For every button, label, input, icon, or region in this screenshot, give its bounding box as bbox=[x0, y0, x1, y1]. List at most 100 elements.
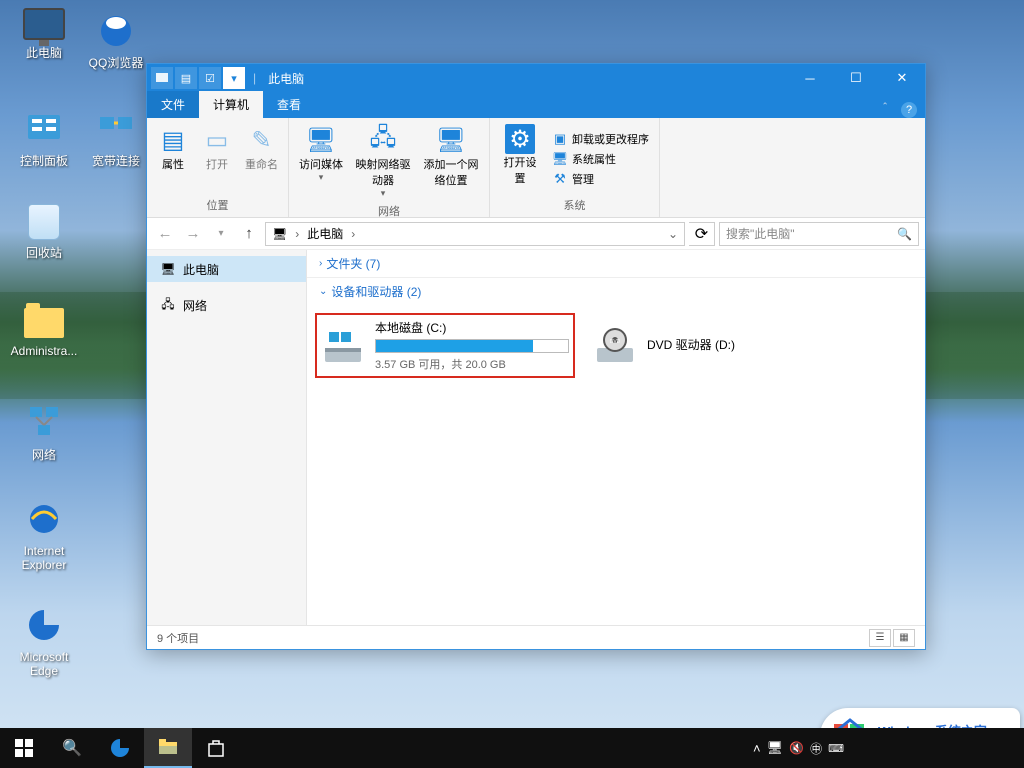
titlebar[interactable]: ▤ ☑ ▾ | 此电脑 ─ ☐ ✕ bbox=[147, 64, 925, 92]
icon-label: 控制面板 bbox=[8, 152, 80, 169]
tray-ime-icon[interactable]: ㊥ bbox=[810, 740, 822, 757]
start-button[interactable] bbox=[0, 728, 48, 768]
explorer-window: ▤ ☑ ▾ | 此电脑 ─ ☐ ✕ 文件 计算机 查看 ＾ ? ▤属性 ▭打开 … bbox=[146, 63, 926, 650]
chevron-right-icon[interactable]: › bbox=[291, 227, 303, 241]
desktop-icon-qq-browser[interactable]: QQ浏览器 bbox=[80, 8, 152, 71]
tray-chevron-up-icon[interactable]: ˄ bbox=[753, 741, 761, 756]
drive-usage-bar bbox=[375, 339, 569, 353]
close-button[interactable]: ✕ bbox=[879, 64, 925, 92]
ribbon-rename[interactable]: ✎重命名 bbox=[241, 122, 282, 195]
open-icon: ▭ bbox=[206, 124, 229, 156]
search-placeholder: 搜索"此电脑" bbox=[726, 225, 795, 242]
icon-label: Administra... bbox=[8, 344, 80, 358]
tray-volume-muted-icon[interactable]: 🔇 bbox=[789, 741, 804, 755]
desktop-icon-ie[interactable]: Internet Explorer bbox=[8, 498, 80, 572]
broadband-icon bbox=[95, 106, 137, 148]
view-icons-button[interactable]: ▦ bbox=[893, 629, 915, 647]
sidebar-item-label: 网络 bbox=[183, 297, 207, 314]
tab-view[interactable]: 查看 bbox=[263, 91, 315, 118]
help-icon[interactable]: ? bbox=[901, 102, 917, 118]
desktop-icon-edge[interactable]: Microsoft Edge bbox=[8, 604, 80, 678]
nav-back-button[interactable]: ← bbox=[153, 222, 177, 246]
tray-network-icon[interactable]: 🖥 bbox=[767, 740, 784, 756]
qat-checkbox-icon[interactable]: ☑ bbox=[199, 67, 221, 89]
network-icon: 🖧 bbox=[159, 296, 177, 314]
desktop-icon-computer[interactable]: 此电脑 bbox=[8, 8, 80, 61]
ribbon-group-system: 系统 bbox=[496, 195, 653, 215]
ribbon: ▤属性 ▭打开 ✎重命名 位置 🖥访问媒体▾ 🖧映射网络驱动器▾ 🖥添加一个网络… bbox=[147, 118, 925, 218]
drive-d[interactable]: DVD DVD 驱动器 (D:) bbox=[587, 313, 847, 378]
media-icon: 🖥 bbox=[306, 124, 336, 156]
refresh-button[interactable]: ⟳ bbox=[689, 222, 715, 246]
desktop-icon-recycle-bin[interactable]: 回收站 bbox=[8, 204, 80, 261]
ribbon-add-location[interactable]: 🖥添加一个网络位置 bbox=[419, 122, 483, 201]
breadcrumb-bar[interactable]: 🖥 › 此电脑 › ⌄ bbox=[265, 222, 685, 246]
group-header-folders[interactable]: ›文件夹 (7) bbox=[307, 250, 925, 277]
group-header-devices[interactable]: ⌄设备和驱动器 (2) bbox=[307, 278, 925, 305]
breadcrumb-root[interactable]: 此电脑 bbox=[303, 225, 347, 242]
view-details-button[interactable]: ☰ bbox=[869, 629, 891, 647]
taskbar-edge[interactable] bbox=[96, 728, 144, 768]
icon-label: 回收站 bbox=[8, 244, 80, 261]
ribbon-properties[interactable]: ▤属性 bbox=[153, 122, 193, 195]
maximize-button[interactable]: ☐ bbox=[833, 64, 879, 92]
ribbon-collapse-icon[interactable]: ＾ bbox=[879, 101, 891, 118]
manage-icon: ⚒ bbox=[552, 171, 568, 187]
breadcrumb-computer-icon[interactable]: 🖥 bbox=[268, 227, 291, 241]
desktop-icon-administrator[interactable]: Administra... bbox=[8, 302, 80, 358]
sidebar-item-network[interactable]: 🖧 网络 bbox=[147, 292, 306, 318]
desktop-icon-broadband[interactable]: 宽带连接 bbox=[80, 106, 152, 169]
desktop-icon-control-panel[interactable]: 控制面板 bbox=[8, 106, 80, 169]
titlebar-separator: | bbox=[253, 71, 256, 85]
minimize-button[interactable]: ─ bbox=[787, 64, 833, 92]
sysprops-icon: 🖥 bbox=[552, 151, 568, 167]
svg-text:DVD: DVD bbox=[610, 339, 621, 345]
ribbon-uninstall[interactable]: ▣卸载或更改程序 bbox=[548, 130, 653, 148]
ribbon-system-props[interactable]: 🖥系统属性 bbox=[548, 150, 653, 168]
qat-icon-app[interactable] bbox=[151, 67, 173, 89]
search-icon[interactable]: 🔍 bbox=[897, 227, 912, 241]
rename-icon: ✎ bbox=[251, 124, 271, 156]
icon-label: Internet Explorer bbox=[8, 544, 80, 572]
qat-properties-icon[interactable]: ▤ bbox=[175, 67, 197, 89]
ribbon-tabs: 文件 计算机 查看 ＾ ? bbox=[147, 92, 925, 118]
qq-browser-icon bbox=[95, 8, 137, 50]
nav-recent-button[interactable]: ▾ bbox=[209, 222, 233, 246]
ribbon-access-media[interactable]: 🖥访问媒体▾ bbox=[295, 122, 347, 201]
drive-name: DVD 驱动器 (D:) bbox=[647, 336, 841, 353]
ribbon-manage[interactable]: ⚒管理 bbox=[548, 170, 653, 188]
taskbar[interactable]: 🔍 ˄ 🖥 🔇 ㊥ ⌨ bbox=[0, 728, 1024, 768]
ribbon-open-settings[interactable]: ⚙打开设置 bbox=[496, 122, 544, 195]
dvd-drive-icon: DVD bbox=[593, 324, 637, 368]
drive-usage-fill bbox=[376, 340, 533, 352]
add-location-icon: 🖥 bbox=[436, 124, 466, 156]
address-bar-row: ← → ▾ ↑ 🖥 › 此电脑 › ⌄ ⟳ 搜索"此电脑" 🔍 bbox=[147, 218, 925, 250]
drive-usage-text: 3.57 GB 可用，共 20.0 GB bbox=[375, 356, 569, 372]
settings-icon: ⚙ bbox=[505, 124, 535, 154]
tab-computer[interactable]: 计算机 bbox=[199, 91, 263, 118]
desktop-icon-network[interactable]: 网络 bbox=[8, 400, 80, 463]
content-pane[interactable]: ›文件夹 (7) ⌄设备和驱动器 (2) 本地磁盘 (C:) 3.57 GB 可… bbox=[307, 250, 925, 625]
nav-forward-button[interactable]: → bbox=[181, 222, 205, 246]
nav-up-button[interactable]: ↑ bbox=[237, 222, 261, 246]
tab-file[interactable]: 文件 bbox=[147, 91, 199, 118]
sidebar-item-computer[interactable]: 🖥 此电脑 bbox=[147, 256, 306, 282]
search-button[interactable]: 🔍 bbox=[48, 728, 96, 768]
chevron-right-icon[interactable]: › bbox=[347, 227, 359, 241]
computer-icon: 🖥 bbox=[159, 260, 177, 278]
drive-c[interactable]: 本地磁盘 (C:) 3.57 GB 可用，共 20.0 GB bbox=[315, 313, 575, 378]
nav-sidebar: 🖥 此电脑 🖧 网络 bbox=[147, 250, 307, 625]
taskbar-explorer[interactable] bbox=[144, 728, 192, 768]
taskbar-store[interactable] bbox=[192, 728, 240, 768]
qat-dropdown-icon[interactable]: ▾ bbox=[223, 67, 245, 89]
tray-input-icon[interactable]: ⌨ bbox=[828, 742, 844, 755]
breadcrumb-dropdown-icon[interactable]: ⌄ bbox=[664, 227, 682, 241]
icon-label: 网络 bbox=[8, 446, 80, 463]
system-tray[interactable]: ˄ 🖥 🔇 ㊥ ⌨ bbox=[753, 740, 1024, 757]
ribbon-map-drive[interactable]: 🖧映射网络驱动器▾ bbox=[351, 122, 415, 201]
search-box[interactable]: 搜索"此电脑" 🔍 bbox=[719, 222, 919, 246]
icon-label: 此电脑 bbox=[8, 44, 80, 61]
status-bar: 9 个项目 ☰ ▦ bbox=[147, 625, 925, 649]
ribbon-open[interactable]: ▭打开 bbox=[197, 122, 237, 195]
icon-label: Microsoft Edge bbox=[8, 650, 80, 678]
